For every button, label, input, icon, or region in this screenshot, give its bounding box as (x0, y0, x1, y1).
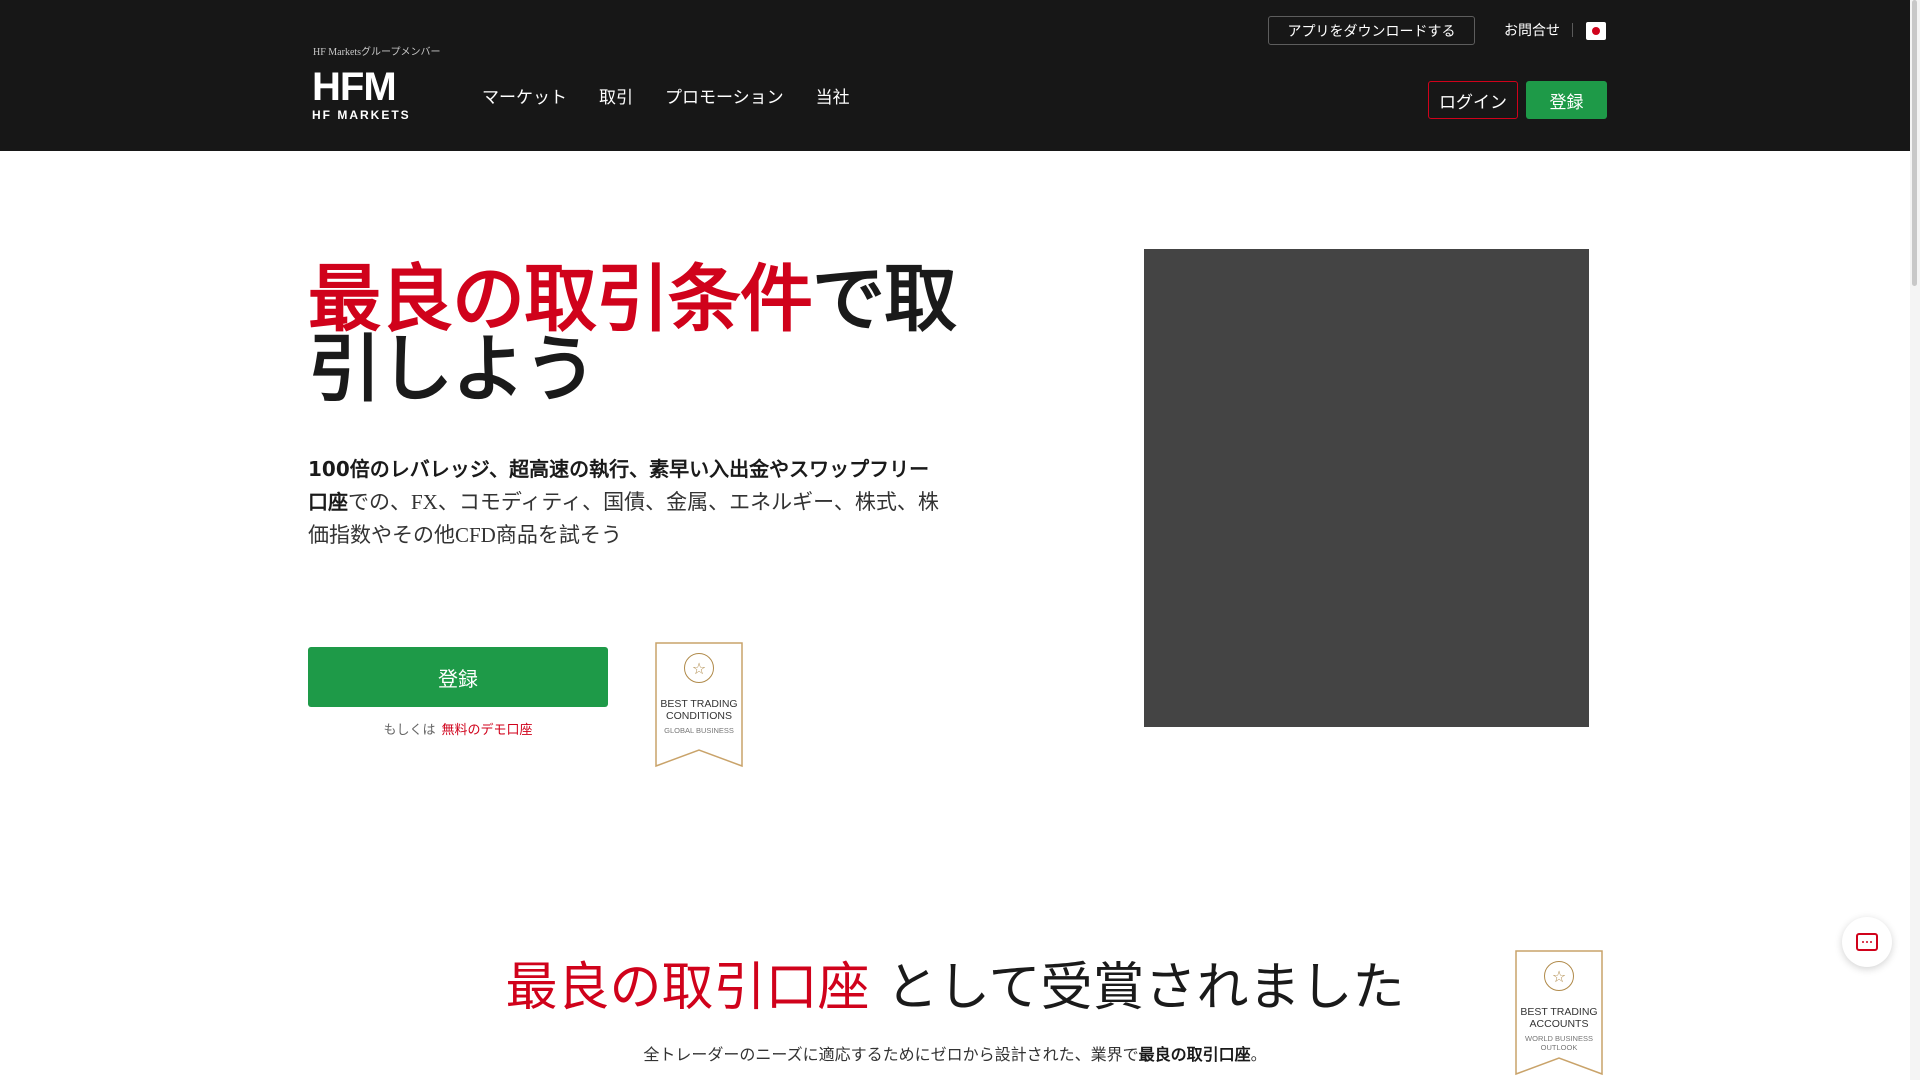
awards-title-rest: として受賞されました (869, 958, 1405, 1018)
awards-section-description: 全トレーダーのニーズに適応するためにゼロから設計された、業界で最良の取引口座。 (0, 1041, 1910, 1065)
scrollbar-thumb[interactable] (1912, 0, 1917, 286)
hfm-logo[interactable]: HFM HF MARKETS (312, 67, 422, 123)
chat-bubble-icon (1856, 933, 1878, 951)
awards-title-highlight: 最良の取引口座 (505, 958, 870, 1018)
logo-main-text: HFM (312, 65, 397, 109)
demo-account-link[interactable]: 無料のデモ口座 (442, 723, 533, 738)
award-star-icon: ☆ (684, 653, 714, 683)
or-text: もしくは (383, 723, 436, 738)
nav-item-promotions[interactable]: プロモーション (665, 83, 784, 108)
awards-section-title: 最良の取引口座 として受賞されました (0, 945, 1910, 1020)
main-nav: マーケット 取引 プロモーション 当社 (482, 83, 850, 108)
award-subtitle: WORLD BUSINESS OUTLOOK (1525, 1034, 1593, 1052)
award-title: BEST TRADING ACCOUNTS (1520, 1006, 1598, 1030)
hero-description-rest: での、FX、コモディティ、国債、金属、エネルギー、株式、株価指数やその他CFD商… (308, 490, 939, 547)
app-download-button[interactable]: アプリをダウンロードする (1268, 16, 1475, 45)
hero-video-placeholder[interactable] (1144, 249, 1589, 727)
group-member-label: HF Marketsグループメンバー (313, 47, 441, 58)
awards-desc-post: 。 (1250, 1045, 1267, 1064)
hero-title: 最良の取引条件で取引しよう (308, 263, 968, 406)
top-divider (1572, 23, 1573, 37)
contact-link[interactable]: お問合せ (1504, 20, 1560, 40)
login-button[interactable]: ログイン (1428, 81, 1518, 119)
award-subtitle: GLOBAL BUSINESS (664, 726, 734, 735)
flag-dot (1592, 27, 1600, 35)
nav-item-markets[interactable]: マーケット (482, 83, 567, 108)
header-signup-button[interactable]: 登録 (1526, 81, 1607, 119)
award-badge-accounts: ☆ BEST TRADING ACCOUNTS WORLD BUSINESS O… (1515, 950, 1603, 1076)
demo-account-line: もしくは 無料のデモ口座 (308, 719, 608, 738)
award-badge-conditions: ☆ BEST TRADING CONDITIONS GLOBAL BUSINES… (655, 642, 743, 768)
awards-desc-pre: 全トレーダーのニーズに適応するためにゼロから設計された、業界で (643, 1045, 1139, 1064)
award-title: BEST TRADING CONDITIONS (660, 698, 738, 722)
awards-desc-bold: 最良の取引口座 (1138, 1045, 1251, 1064)
hero-signup-button[interactable]: 登録 (308, 647, 608, 707)
award-star-icon: ☆ (1544, 961, 1574, 991)
hero-description: 100倍のレバレッジ、超高速の執行、素早い入出金やスワップフリー口座での、FX、… (308, 453, 948, 552)
logo-sub-text: HF MARKETS (312, 108, 411, 122)
nav-item-company[interactable]: 当社 (816, 83, 850, 108)
japan-flag-icon[interactable] (1586, 22, 1606, 40)
nav-item-trading[interactable]: 取引 (599, 83, 633, 108)
site-header: HF Marketsグループメンバー HFM HF MARKETS マーケット … (0, 0, 1910, 151)
chat-button[interactable] (1842, 917, 1892, 967)
